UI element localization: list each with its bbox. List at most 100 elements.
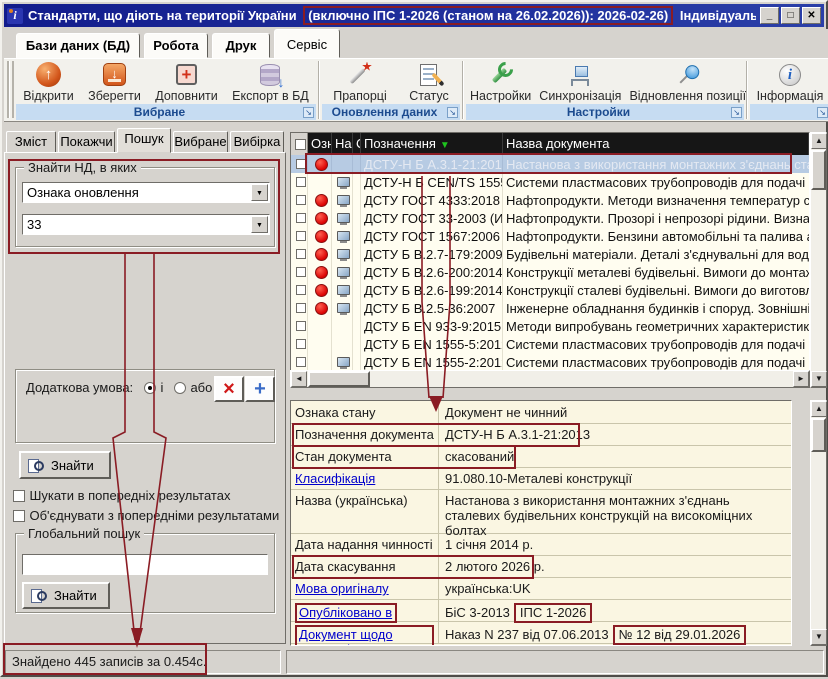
row-checkbox[interactable]: [291, 209, 308, 227]
scroll-down-icon[interactable]: ▼: [811, 371, 827, 387]
group-expander-icon[interactable]: ↘: [731, 107, 742, 118]
radio-or[interactable]: або: [174, 379, 212, 397]
checkbox-search-previous[interactable]: Шукати в попередніх результатах: [13, 487, 285, 505]
document-name-cell: Системи пластмасових трубопроводів для п…: [503, 335, 809, 353]
chevron-down-icon[interactable]: ▼: [251, 216, 268, 233]
table-horizontal-scrollbar[interactable]: ◄ ►: [290, 370, 810, 388]
ribbon-group-info: Інформація ↘: [750, 59, 828, 121]
settings-button[interactable]: Настройки: [466, 60, 535, 104]
global-search-input[interactable]: [22, 554, 268, 575]
detail-field-link[interactable]: Класифікація: [295, 471, 375, 486]
status-button[interactable]: Статус: [405, 60, 453, 104]
extra-cell: [353, 317, 361, 335]
synchronization-button[interactable]: Синхронізація: [535, 60, 625, 104]
column-header-extra[interactable]: С: [353, 133, 361, 155]
scroll-up-icon[interactable]: ▲: [811, 133, 827, 149]
table-row[interactable]: ДСТУ Б В.2.7-179:2009Будівельні матеріал…: [291, 245, 809, 263]
group-expander-icon[interactable]: ↘: [817, 107, 828, 118]
row-checkbox[interactable]: [291, 317, 308, 335]
table-row[interactable]: ДСТУ ГОСТ 1567:2006 (ИНафтопродукти. Бен…: [291, 227, 809, 245]
scroll-down-icon[interactable]: ▼: [811, 629, 827, 645]
detail-field-link[interactable]: Мова оригіналу: [295, 581, 389, 596]
minimize-button[interactable]: _: [760, 7, 779, 24]
scroll-left-icon[interactable]: ◄: [291, 371, 307, 387]
document-name-cell: Інженерне обладнання будинків і споруд. …: [503, 299, 809, 317]
table-row[interactable]: ДСТУ Б В.2.6-199:2014Конструкції сталеві…: [291, 281, 809, 299]
table-vertical-scrollbar[interactable]: ▲ ▼: [810, 132, 827, 388]
row-checkbox[interactable]: [291, 227, 308, 245]
title-bar[interactable]: i Стандарти, що діють на території Украї…: [4, 4, 824, 27]
extra-condition-group: Додаткова умова: і або: [15, 369, 275, 443]
criteria-combobox[interactable]: Ознака оновлення ▼: [22, 182, 270, 203]
detail-field-link[interactable]: Опубліковано в: [295, 603, 397, 623]
open-button[interactable]: Відкрити: [19, 60, 78, 104]
table-row[interactable]: ДСТУ Б В.2.6-200:2014Конструкції металев…: [291, 263, 809, 281]
column-header-icon[interactable]: Наз: [332, 133, 353, 155]
search-term-combobox[interactable]: 33 ▼: [22, 214, 270, 235]
delete-condition-button[interactable]: [214, 376, 244, 402]
sidebar-tab-index[interactable]: Покажчи: [58, 131, 115, 153]
detail-field-value: 1 січня 2014 р.: [439, 534, 791, 555]
details-vertical-scrollbar[interactable]: ▲ ▼: [810, 400, 827, 646]
row-checkbox[interactable]: [291, 299, 308, 317]
row-checkbox[interactable]: [291, 353, 308, 371]
flags-button[interactable]: Прапорці: [329, 60, 391, 104]
detail-value-text: Настанова з використання монтажних з'єдн…: [445, 493, 752, 538]
close-button[interactable]: ✕: [802, 7, 821, 24]
tab-work[interactable]: Робота: [144, 33, 208, 58]
detail-row: Класифікація91.080.10-Металеві конструкц…: [291, 468, 791, 490]
detail-field-link[interactable]: Документ щодо чинності: [295, 625, 434, 646]
information-button[interactable]: Інформація: [753, 60, 828, 104]
column-header-name[interactable]: Назва документа: [503, 133, 809, 155]
restore-position-button[interactable]: Відновлення позиції: [625, 60, 750, 104]
row-checkbox[interactable]: [291, 173, 308, 191]
computer-icon: [337, 285, 350, 295]
document-details-pane: Ознака стануДокумент не чиннийПозначення…: [290, 400, 792, 646]
row-checkbox[interactable]: [291, 245, 308, 263]
row-checkbox[interactable]: [291, 281, 308, 299]
menu-tab-strip: Бази даних (БД) Робота Друк Сервіс: [4, 29, 828, 59]
scrollbar-thumb[interactable]: [308, 371, 370, 387]
find-button[interactable]: Знайти: [19, 451, 111, 479]
table-row[interactable]: ДСТУ-Н Б А.3.1-21:2013Настанова з викори…: [291, 155, 809, 173]
append-button[interactable]: Доповнити: [151, 60, 222, 104]
scroll-up-icon[interactable]: ▲: [811, 401, 827, 417]
tab-databases[interactable]: Бази даних (БД): [16, 33, 140, 58]
table-row[interactable]: ДСТУ ГОСТ 4333:2018 (ГОНафтопродукти. Ме…: [291, 191, 809, 209]
column-header-code[interactable]: Позначення▼: [361, 133, 503, 155]
tab-service[interactable]: Сервіс: [274, 29, 340, 58]
row-checkbox[interactable]: [291, 155, 308, 173]
maximize-button[interactable]: □: [781, 7, 800, 24]
row-checkbox[interactable]: [291, 191, 308, 209]
sidebar-tab-favorites[interactable]: Вибране: [173, 131, 228, 153]
radio-and[interactable]: і: [144, 379, 163, 397]
table-row[interactable]: ДСТУ Б В.2.5-36:2007Інженерне обладнання…: [291, 299, 809, 317]
column-header-mark[interactable]: Озн: [308, 133, 332, 155]
add-condition-button[interactable]: [245, 376, 275, 402]
table-row[interactable]: ДСТУ ГОСТ 33-2003 (ИСОНафтопродукти. Про…: [291, 209, 809, 227]
chevron-down-icon[interactable]: ▼: [251, 184, 268, 201]
table-row[interactable]: ДСТУ-Н Б CEN/TS 1555-7Системи пластмасов…: [291, 173, 809, 191]
save-button[interactable]: Зберегти: [84, 60, 145, 104]
sidebar-tab-search[interactable]: Пошук: [117, 128, 171, 153]
table-row[interactable]: ДСТУ Б EN 1555-5:2012Системи пластмасови…: [291, 335, 809, 353]
global-find-button[interactable]: Знайти: [22, 582, 110, 609]
tab-print[interactable]: Друк: [212, 33, 270, 58]
sidebar-tab-contents[interactable]: Зміст: [6, 131, 56, 153]
table-row[interactable]: ДСТУ Б EN 933-9:2015Методи випробувань г…: [291, 317, 809, 335]
scrollbar-thumb[interactable]: [811, 418, 826, 452]
detail-field-label-text: Назва (українська): [295, 493, 408, 508]
select-all-checkbox[interactable]: [291, 133, 308, 155]
scroll-right-icon[interactable]: ►: [793, 371, 809, 387]
group-expander-icon[interactable]: ↘: [303, 107, 314, 118]
export-db-button[interactable]: Експорт в БД: [228, 60, 313, 104]
group-expander-icon[interactable]: ↘: [447, 107, 458, 118]
sidebar-tab-selection[interactable]: Вибірка: [230, 131, 284, 153]
scrollbar-thumb[interactable]: [811, 150, 826, 190]
checkbox-merge-previous[interactable]: Об'єднувати з попередніми результатами: [13, 507, 285, 525]
status-mark-cell: [308, 191, 332, 209]
status-document-icon: [420, 64, 437, 86]
row-checkbox[interactable]: [291, 263, 308, 281]
row-checkbox[interactable]: [291, 335, 308, 353]
table-row[interactable]: ДСТУ Б EN 1555-2:2012Системи пластмасови…: [291, 353, 809, 371]
